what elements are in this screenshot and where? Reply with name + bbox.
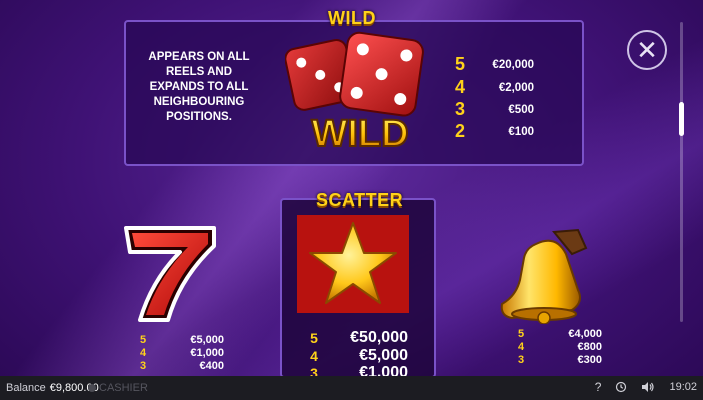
bell-pay-value: €300 xyxy=(577,354,602,366)
seven-pay-row: 4 €1,000 xyxy=(138,347,224,359)
cashier-button[interactable]: CASHIER xyxy=(88,382,148,394)
cashier-label: CASHIER xyxy=(99,382,148,394)
bell-pay-row: 4 €800 xyxy=(516,341,602,353)
bell-pay-count: 5 xyxy=(517,328,525,340)
balance-display: Balance €9,800.00 xyxy=(6,382,99,394)
scatter-pay-count: 5 xyxy=(310,330,318,346)
bell-pay-count: 3 xyxy=(517,354,525,366)
wild-pay-value: €100 xyxy=(508,125,534,138)
scrollbar-track[interactable] xyxy=(679,22,684,322)
scatter-pay-row: 4 €5,000 xyxy=(308,347,408,365)
seven-pay-value: €5,000 xyxy=(190,334,224,346)
wild-pay-count: 3 xyxy=(454,99,465,119)
seven-pay-row: 3 €400 xyxy=(138,360,224,372)
seven-pay-count: 3 xyxy=(139,360,147,372)
wild-pay-count: 5 xyxy=(454,54,465,74)
bell-pay-count: 4 xyxy=(517,341,525,353)
scatter-pay-value: €5,000 xyxy=(359,347,408,364)
wild-pay-value: €20,000 xyxy=(492,58,534,71)
wild-pay-count: 4 xyxy=(454,77,465,97)
wild-logo-text: WILD xyxy=(311,113,408,155)
cashier-icon xyxy=(88,384,96,392)
close-button[interactable]: ✕ xyxy=(627,30,667,70)
wild-description: APPEARS ON ALL REELS AND EXPANDS TO ALL … xyxy=(148,51,250,123)
close-icon: ✕ xyxy=(636,35,658,65)
history-icon[interactable] xyxy=(615,381,627,393)
scatter-title: SCATTER xyxy=(316,190,404,210)
wild-dice-icon: WILD xyxy=(285,31,424,156)
wild-pay-value: €2,000 xyxy=(498,81,534,94)
seven-pay-count: 4 xyxy=(139,347,147,359)
wild-pay-row: 4 €2,000 xyxy=(452,77,534,98)
bell-pay-value: €4,000 xyxy=(568,328,602,340)
scatter-pay-row: 5 €50,000 xyxy=(308,329,408,347)
scatter-pay-value: €50,000 xyxy=(350,329,408,346)
wild-pay-row: 3 €500 xyxy=(452,99,534,120)
status-bar: Balance €9,800.00 CASHIER ? 19:02 xyxy=(0,376,703,400)
wild-pay-value: €500 xyxy=(508,103,534,116)
wild-pay-row: 5 €20,000 xyxy=(452,54,534,75)
bell-pay-row: 5 €4,000 xyxy=(516,328,602,340)
bell-pay-value: €800 xyxy=(577,341,602,353)
seven-pay-row: 5 €5,000 xyxy=(138,334,224,346)
seven-symbol-icon xyxy=(124,226,216,322)
seven-pay-count: 5 xyxy=(139,334,147,346)
clock-time: 19:02 xyxy=(669,381,697,393)
scatter-pay-count: 4 xyxy=(310,348,318,364)
help-button[interactable]: ? xyxy=(595,380,602,394)
bell-symbol-icon xyxy=(500,228,588,324)
scrollbar-thumb[interactable] xyxy=(679,102,684,136)
balance-label: Balance xyxy=(6,382,46,394)
wild-pay-row: 2 €100 xyxy=(452,121,534,142)
seven-pay-value: €400 xyxy=(199,360,224,372)
wild-title: WILD xyxy=(328,8,376,28)
help-icon: ? xyxy=(594,380,602,394)
status-controls: ? 19:02 xyxy=(595,380,697,394)
bell-pay-row: 3 €300 xyxy=(516,354,602,366)
scatter-star-icon xyxy=(297,215,409,313)
wild-pay-count: 2 xyxy=(454,121,465,141)
sound-icon[interactable] xyxy=(641,381,655,393)
seven-pay-value: €1,000 xyxy=(190,347,224,359)
